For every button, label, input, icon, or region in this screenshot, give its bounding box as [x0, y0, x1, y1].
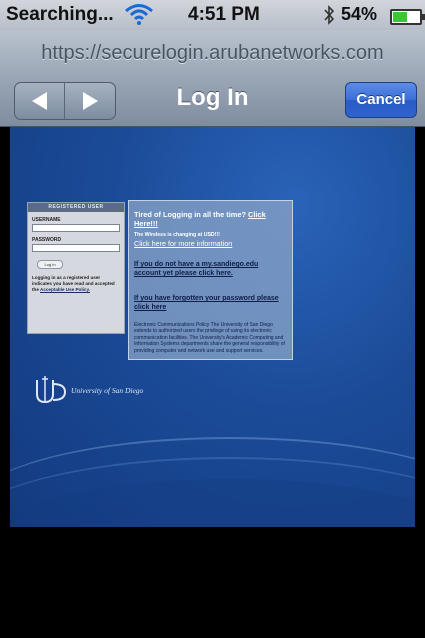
university-name: University of San Diego: [71, 386, 144, 395]
more-info-link[interactable]: Click here for more information: [129, 239, 292, 248]
url-label: https://securelogin.arubanetworks.com: [41, 42, 384, 64]
blank-area: [0, 527, 425, 638]
web-content: REGISTERED USER USERNAME PASSWORD Log In…: [10, 127, 415, 527]
tired-message: Tired of Logging in all the time? Click …: [129, 210, 292, 228]
battery-fill: [393, 12, 407, 22]
tired-text: Tired of Logging in all the time?: [134, 210, 246, 219]
navigation-bar: https://securelogin.arubanetworks.com Lo…: [0, 30, 425, 127]
clock: 4:51 PM: [188, 4, 260, 25]
password-label: PASSWORD: [32, 237, 62, 243]
wifi-icon: [125, 4, 153, 25]
no-account-link[interactable]: If you do not have a my.sandiego.edu acc…: [129, 260, 292, 278]
status-bar: Searching... 4:51 PM 54%: [0, 0, 425, 30]
login-button[interactable]: Log In: [37, 260, 63, 269]
usd-logo-mark: [36, 376, 67, 404]
battery-icon: [390, 9, 425, 25]
info-panel: Tired of Logging in all the time? Click …: [128, 200, 293, 360]
bluetooth-icon: [324, 5, 335, 25]
password-input[interactable]: [32, 244, 120, 252]
battery-percent: 54%: [341, 4, 378, 24]
forgot-password-link[interactable]: If you have forgotten your password plea…: [129, 294, 292, 312]
login-form: REGISTERED USER USERNAME PASSWORD Log In…: [27, 202, 125, 334]
carrier-status: Searching...: [6, 4, 114, 25]
wireless-changing-text: The Wireless is changing at USD!!!: [134, 232, 220, 238]
login-form-header: REGISTERED USER: [28, 203, 124, 212]
usd-logo: University of San Diego: [33, 372, 163, 406]
policy-text: Electronic Communications Policy The Uni…: [134, 322, 285, 354]
login-note: Logging in as a registered user indicate…: [32, 275, 120, 293]
acceptable-use-policy-link[interactable]: Acceptable Use Policy.: [40, 287, 90, 292]
username-label: USERNAME: [32, 217, 61, 223]
username-input[interactable]: [32, 224, 120, 232]
cancel-button[interactable]: Cancel: [345, 82, 417, 118]
